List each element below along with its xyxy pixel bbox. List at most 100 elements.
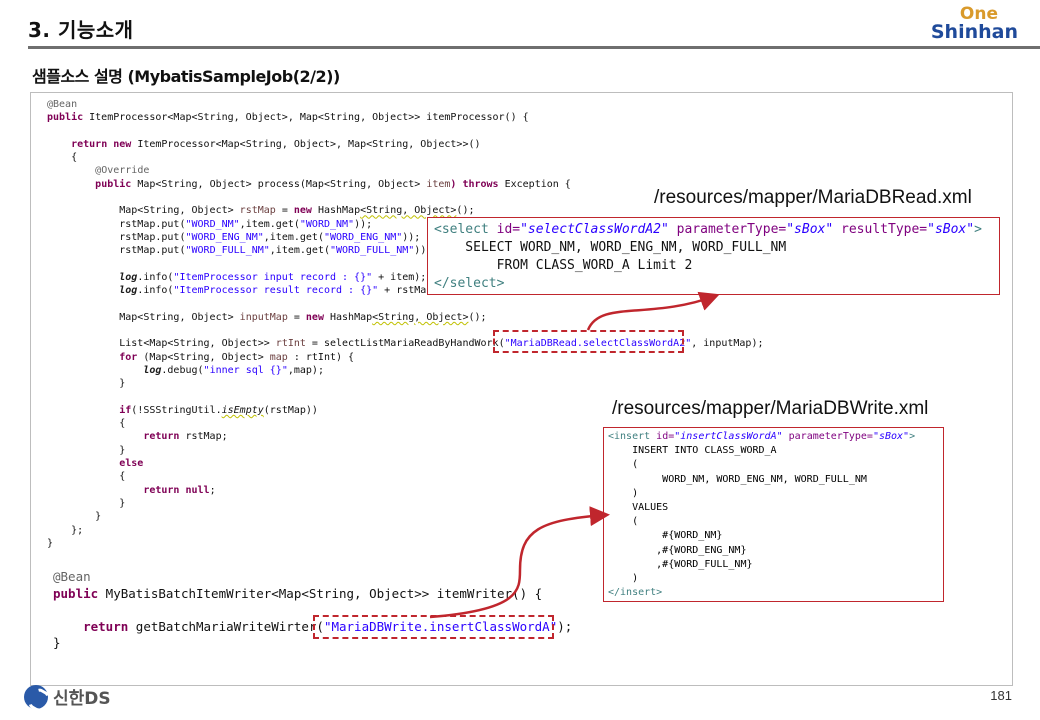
code-line: Exception { xyxy=(498,178,571,190)
xml-tag: </insert> xyxy=(608,587,663,599)
code-keyword: return new xyxy=(71,138,132,150)
code-line: Map<String, Object> xyxy=(119,205,240,217)
code-line: } xyxy=(53,635,61,650)
sql-line: INSERT INTO CLASS_WORD_A xyxy=(608,445,777,457)
code-keyword: return xyxy=(143,431,180,443)
code-line: List<Map<String, Object>> xyxy=(119,338,276,350)
xml-attr: resultType= xyxy=(833,222,928,237)
code-line: (); xyxy=(468,311,487,323)
code-string: "ItemProcessor input record : {}" xyxy=(173,271,373,283)
code-line: ); xyxy=(557,618,573,634)
item-writer-code: @Bean public MyBatisBatchItemWriter<Map<… xyxy=(53,569,572,652)
code-static-method: isEmpty xyxy=(221,404,264,416)
code-line: @Bean xyxy=(47,99,78,110)
shinhan-ds-logo: 신한DS xyxy=(24,684,111,709)
code-line: )) xyxy=(414,245,427,257)
code-line: ,map); xyxy=(287,364,324,376)
code-line: ,item.get( xyxy=(269,245,330,257)
code-line: = selectListMariaReadByHandWork( xyxy=(305,338,505,350)
code-line: Map<String, Object> process(Map<String, … xyxy=(131,178,427,190)
sql-line: ,#{WORD_FULL_NM} xyxy=(608,558,753,570)
code-line: (Map<String, Object> xyxy=(137,351,270,363)
page-subtitle: 샘플소스 설명 (MybatisSampleJob(2/2)) xyxy=(32,67,340,86)
code-string: "ItemProcessor result record : {}" xyxy=(173,285,379,297)
code-line: { xyxy=(119,471,126,483)
xml-tag: <select xyxy=(434,222,489,237)
code-keyword: return xyxy=(83,618,129,634)
xml-attr-value: "selectClassWordA2" xyxy=(520,222,669,237)
sql-line: WORD_NM, WORD_ENG_NM, WORD_FULL_NM xyxy=(608,473,867,485)
code-line: ; xyxy=(209,484,216,496)
sql-line: ,#{WORD_ENG_NM} xyxy=(608,544,747,556)
section-title: 3. 기능소개 xyxy=(28,18,134,42)
code-line: ,item.get( xyxy=(263,231,324,243)
code-line: ,item.get( xyxy=(239,218,300,230)
code-variable: rstMap xyxy=(239,205,276,217)
code-line: , inputMap); xyxy=(691,338,764,350)
code-line: .info( xyxy=(137,285,174,297)
code-keyword: if xyxy=(119,404,132,416)
code-keyword: public xyxy=(95,178,132,190)
code-string: "inner sql {}" xyxy=(203,364,288,376)
code-line: = xyxy=(287,311,306,323)
xml-tag: </select> xyxy=(434,276,505,291)
sql-line: SELECT WORD_NM, WORD_ENG_NM, WORD_FULL_N… xyxy=(434,240,787,255)
code-line: ItemProcessor<Map<String, Object>, Map<S… xyxy=(83,112,529,124)
code-line: rstMap; xyxy=(179,431,228,443)
sql-line: ) xyxy=(608,573,639,585)
xml-attr-value: "sBox" xyxy=(872,431,910,442)
one-shinhan-logo: One Shinhan xyxy=(930,6,1018,43)
code-keyword: else xyxy=(119,458,144,470)
code-string: "WORD_FULL_NM" xyxy=(330,245,415,257)
code-line: = xyxy=(275,205,294,217)
code-logger: log xyxy=(119,285,138,297)
code-keyword: public xyxy=(53,585,99,601)
code-line: MyBatisBatchItemWriter<Map<String, Objec… xyxy=(98,585,543,601)
code-variable: item xyxy=(426,178,451,190)
read-mapper-path: /resources/mapper/MariaDBRead.xml xyxy=(654,187,972,208)
code-line: }; xyxy=(71,524,84,536)
code-line: rstMap.put( xyxy=(119,218,186,230)
code-line: .debug( xyxy=(161,364,204,376)
read-xml-box: <select id="selectClassWordA2" parameter… xyxy=(427,217,1000,295)
code-variable: map xyxy=(269,351,288,363)
code-line: HashMap xyxy=(311,205,361,217)
code-generic: <String, Object> xyxy=(360,205,457,217)
header-divider xyxy=(28,46,1040,49)
code-line: (!SSStringUtil. xyxy=(131,404,222,416)
code-line: Map<String, Object> xyxy=(119,311,240,323)
code-generic: <String, Object> xyxy=(372,311,469,323)
xml-tag: > xyxy=(974,222,982,237)
xml-attr-value: "sBox" xyxy=(786,222,834,237)
code-string: "WORD_NM" xyxy=(299,218,355,230)
sql-line: VALUES xyxy=(608,502,669,514)
code-variable: inputMap xyxy=(239,311,288,323)
code-keyword: return null xyxy=(143,484,210,496)
code-line: .info( xyxy=(137,271,174,283)
code-string: "WORD_FULL_NM" xyxy=(185,245,270,257)
sql-line: ) xyxy=(608,487,639,499)
code-logger: log xyxy=(143,364,162,376)
code-line: (); xyxy=(456,205,475,217)
code-line: } xyxy=(119,378,126,390)
sql-line: FROM CLASS_WORD_A Limit 2 xyxy=(434,258,693,273)
code-line: } xyxy=(95,511,102,523)
write-xml-box: <insert id="insertClassWordA" parameterT… xyxy=(603,427,944,602)
code-keyword: new xyxy=(305,311,324,323)
code-line: HashMap xyxy=(323,311,373,323)
sql-line: ( xyxy=(608,459,639,471)
xml-attr: id= xyxy=(650,431,675,442)
code-keyword: new xyxy=(293,205,312,217)
code-string: "WORD_ENG_NM" xyxy=(185,231,264,243)
xml-tag: <insert xyxy=(608,431,651,442)
code-line: )); xyxy=(354,218,373,230)
code-line: } xyxy=(119,444,126,456)
logo-shinhan-text: Shinhan xyxy=(930,21,1018,43)
code-line: + item); xyxy=(372,271,427,283)
code-line: rstMap.put( xyxy=(119,231,186,243)
xml-attr: parameterType= xyxy=(782,431,873,442)
code-line: } xyxy=(47,537,54,549)
sql-line: ( xyxy=(608,516,639,528)
code-line: @Bean xyxy=(53,569,91,584)
code-variable: rtInt xyxy=(275,338,306,350)
